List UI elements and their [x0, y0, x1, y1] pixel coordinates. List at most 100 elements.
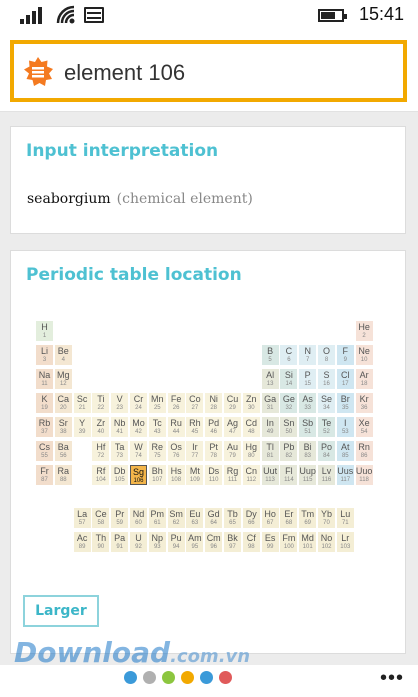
element-w[interactable]: W 74 [130, 441, 147, 461]
element-s[interactable]: S 16 [318, 369, 335, 389]
element-eu[interactable]: Eu 63 [186, 508, 204, 529]
element-ga[interactable]: Ga 31 [261, 393, 279, 413]
element-mg[interactable]: Mg 12 [54, 369, 72, 389]
element-fm[interactable]: Fm 100 [280, 532, 298, 553]
element-au[interactable]: Au 79 [224, 441, 241, 461]
element-zr[interactable]: Zr 40 [92, 417, 110, 437]
element-pa[interactable]: Pa 91 [111, 532, 129, 553]
element-zn[interactable]: Zn 30 [242, 393, 260, 413]
element-nd[interactable]: Nd 60 [130, 508, 147, 529]
element-u[interactable]: U 92 [130, 532, 147, 553]
element-tc[interactable]: Tc 43 [148, 417, 166, 437]
element-bi[interactable]: Bi 83 [299, 441, 317, 461]
element-sb[interactable]: Sb 51 [299, 417, 317, 437]
element-uuo[interactable]: Uuo 118 [355, 465, 373, 485]
element-ac[interactable]: Ac 89 [73, 532, 91, 553]
element-lv[interactable]: Lv 116 [318, 465, 335, 485]
element-sm[interactable]: Sm 62 [167, 508, 185, 529]
element-es[interactable]: Es 99 [261, 532, 279, 553]
element-gd[interactable]: Gd 64 [205, 508, 223, 529]
element-dy[interactable]: Dy 66 [242, 508, 260, 529]
element-rh[interactable]: Rh 45 [186, 417, 204, 437]
element-c[interactable]: C6 [280, 345, 298, 365]
element-uut[interactable]: Uut 113 [261, 465, 279, 485]
element-n[interactable]: N7 [299, 345, 317, 365]
element-sr[interactable]: Sr 38 [54, 417, 72, 437]
element-br[interactable]: Br 35 [336, 393, 354, 413]
element-ra[interactable]: Ra 88 [54, 465, 72, 485]
element-fe[interactable]: Fe 26 [167, 393, 185, 413]
element-nb[interactable]: Nb 41 [111, 417, 129, 437]
element-os[interactable]: Os 76 [167, 441, 185, 461]
element-cm[interactable]: Cm 96 [205, 532, 223, 553]
element-ir[interactable]: Ir 77 [186, 441, 204, 461]
element-rb[interactable]: Rb 37 [36, 417, 53, 437]
element-ds[interactable]: Ds 110 [205, 465, 223, 485]
element-mt[interactable]: Mt 109 [186, 465, 204, 485]
element-uup[interactable]: Uup 115 [299, 465, 317, 485]
element-as[interactable]: As 33 [299, 393, 317, 413]
element-ru[interactable]: Ru 44 [167, 417, 185, 437]
element-po[interactable]: Po 84 [318, 441, 335, 461]
element-he[interactable]: He 2 [355, 321, 373, 341]
element-fr[interactable]: Fr 87 [36, 465, 53, 485]
element-am[interactable]: Am 95 [186, 532, 204, 553]
element-bh[interactable]: Bh 107 [148, 465, 166, 485]
search-input[interactable]: element 106 [10, 40, 407, 102]
element-mn[interactable]: Mn 25 [148, 393, 166, 413]
element-i[interactable]: I 53 [336, 417, 354, 437]
element-f[interactable]: F9 [336, 345, 354, 365]
element-ho[interactable]: Ho 67 [261, 508, 279, 529]
element-mo[interactable]: Mo 42 [130, 417, 147, 437]
element-bk[interactable]: Bk 97 [224, 532, 241, 553]
element-cl[interactable]: Cl 17 [336, 369, 354, 389]
element-be[interactable]: Be 4 [54, 345, 72, 365]
element-pt[interactable]: Pt 78 [205, 441, 223, 461]
element-v[interactable]: V 23 [111, 393, 129, 413]
element-tl[interactable]: Tl 81 [261, 441, 279, 461]
element-tm[interactable]: Tm 69 [299, 508, 317, 529]
element-k[interactable]: K 19 [36, 393, 53, 413]
element-co[interactable]: Co 27 [186, 393, 204, 413]
element-cn[interactable]: Cn 112 [242, 465, 260, 485]
element-cf[interactable]: Cf 98 [242, 532, 260, 553]
element-lr[interactable]: Lr 103 [336, 532, 354, 553]
element-hf[interactable]: Hf 72 [92, 441, 110, 461]
larger-button[interactable]: Larger [23, 595, 99, 627]
element-ce[interactable]: Ce 58 [92, 508, 110, 529]
element-na[interactable]: Na 11 [36, 369, 53, 389]
element-cd[interactable]: Cd 48 [242, 417, 260, 437]
element-te[interactable]: Te 52 [318, 417, 335, 437]
element-yb[interactable]: Yb 70 [318, 508, 335, 529]
element-pu[interactable]: Pu 94 [167, 532, 185, 553]
element-pb[interactable]: Pb 82 [280, 441, 298, 461]
element-xe[interactable]: Xe 54 [355, 417, 373, 437]
element-ar[interactable]: Ar 18 [355, 369, 373, 389]
element-ge[interactable]: Ge 32 [280, 393, 298, 413]
element-ti[interactable]: Ti 22 [92, 393, 110, 413]
element-sg[interactable]: Sg 106 [130, 465, 147, 485]
element-y[interactable]: Y 39 [73, 417, 91, 437]
element-md[interactable]: Md 101 [299, 532, 317, 553]
element-sn[interactable]: Sn 50 [280, 417, 298, 437]
element-no[interactable]: No 102 [318, 532, 335, 553]
element-h[interactable]: H1 [36, 321, 53, 341]
element-lu[interactable]: Lu 71 [336, 508, 354, 529]
element-pd[interactable]: Pd 46 [205, 417, 223, 437]
element-pm[interactable]: Pm 61 [148, 508, 166, 529]
element-se[interactable]: Se 34 [318, 393, 335, 413]
element-al[interactable]: Al 13 [261, 369, 279, 389]
element-la[interactable]: La 57 [73, 508, 91, 529]
element-ag[interactable]: Ag 47 [224, 417, 241, 437]
element-cr[interactable]: Cr 24 [130, 393, 147, 413]
element-ne[interactable]: Ne 10 [355, 345, 373, 365]
element-b[interactable]: B5 [261, 345, 279, 365]
element-re[interactable]: Re 75 [148, 441, 166, 461]
element-ni[interactable]: Ni 28 [205, 393, 223, 413]
element-tb[interactable]: Tb 65 [224, 508, 241, 529]
element-rn[interactable]: Rn 86 [355, 441, 373, 461]
element-np[interactable]: Np 93 [148, 532, 166, 553]
element-rf[interactable]: Rf 104 [92, 465, 110, 485]
element-uus[interactable]: Uus 117 [336, 465, 354, 485]
element-ta[interactable]: Ta 73 [111, 441, 129, 461]
